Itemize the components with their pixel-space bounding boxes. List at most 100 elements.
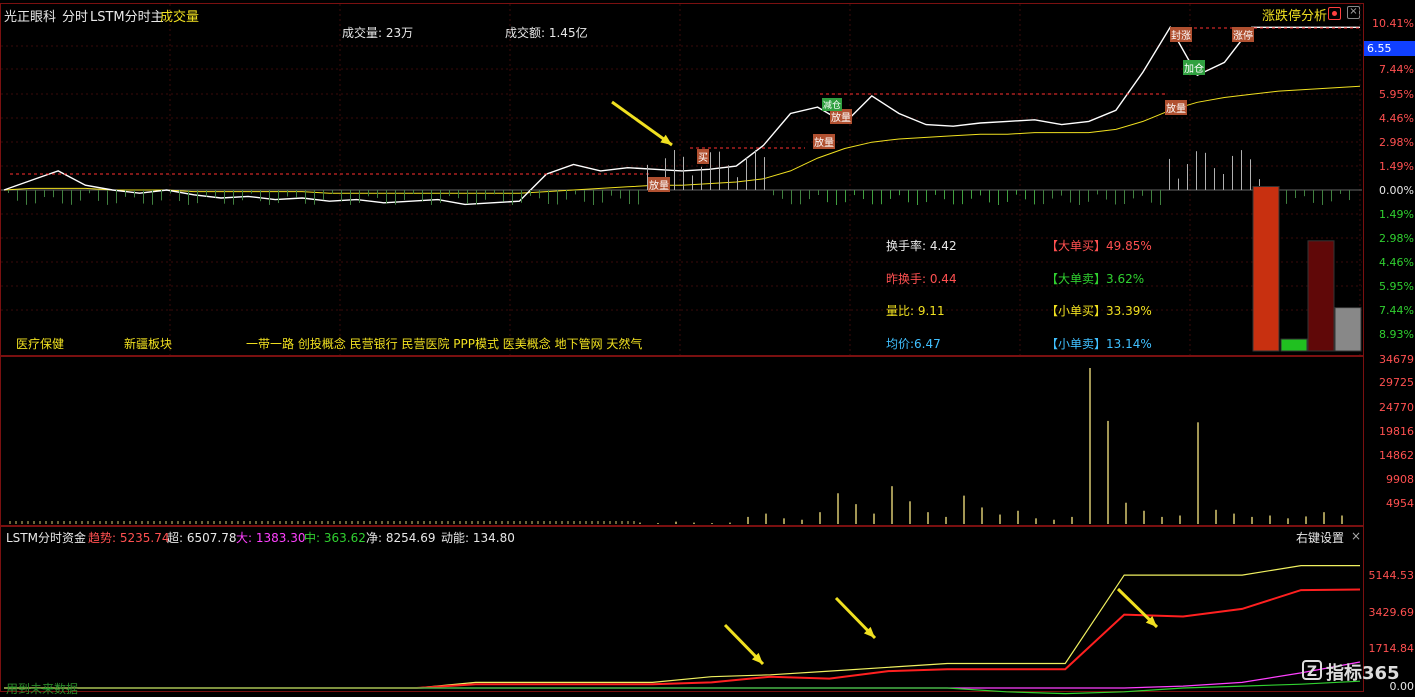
- sector-xinjiang[interactable]: 新疆板块: [124, 335, 172, 352]
- big-value: 大: 1383.30: [236, 531, 306, 545]
- histogram-bar: [836, 190, 837, 205]
- capital-bar: [1252, 185, 1280, 352]
- histogram-bar: [1178, 178, 1179, 190]
- chart-canvas[interactable]: [0, 0, 1415, 696]
- histogram-bar: [413, 190, 414, 195]
- histogram-bar: [593, 190, 594, 205]
- histogram-bar: [530, 190, 531, 196]
- histogram-bar: [170, 190, 171, 194]
- histogram-bar: [224, 190, 225, 204]
- histogram-bar: [773, 190, 774, 196]
- histogram-bar: [1349, 190, 1350, 201]
- histogram-bar: [1133, 190, 1134, 199]
- histogram-bar: [1106, 190, 1107, 200]
- capital-bar: [1334, 307, 1362, 352]
- marker-volume-1: 放量: [648, 177, 670, 192]
- small-sell-pct: 【小单卖】13.14%: [1046, 337, 1152, 351]
- volume-axis-label: 24770: [1379, 401, 1414, 414]
- histogram-bar: [287, 190, 288, 197]
- histogram-bar: [809, 190, 810, 200]
- volume-axis-label: 9908: [1386, 473, 1414, 486]
- histogram-bar: [764, 157, 765, 190]
- histogram-bar: [557, 190, 558, 205]
- histogram-bar: [1043, 190, 1044, 205]
- marker-reduce: 减仓: [822, 98, 843, 111]
- annotation-arrow: [611, 100, 673, 147]
- histogram-bar: [854, 190, 855, 196]
- future-data-note: 用到未来数据: [6, 682, 79, 696]
- histogram-bar: [314, 190, 315, 205]
- histogram-bar: [1205, 152, 1206, 190]
- momentum-value: 动能: 134.80: [441, 531, 515, 545]
- histogram-bar: [755, 150, 756, 190]
- turnover-rate: 换手率: 4.42: [886, 239, 957, 253]
- histogram-bar: [242, 190, 243, 201]
- histogram-bar: [215, 190, 216, 198]
- histogram-bar: [746, 157, 747, 190]
- histogram-bar: [620, 190, 621, 199]
- histogram-bar: [1097, 190, 1098, 195]
- histogram-bar: [359, 190, 360, 203]
- histogram-bar: [494, 190, 495, 195]
- histogram-bar: [485, 190, 486, 200]
- histogram-bar: [692, 175, 693, 190]
- settings-button[interactable]: 右键设置: [1296, 529, 1344, 546]
- big-sell-pct: 【大单卖】3.62%: [1046, 272, 1145, 286]
- histogram-bar: [188, 190, 189, 205]
- histogram-bar: [431, 190, 432, 205]
- histogram-bar: [134, 190, 135, 198]
- histogram-bar: [53, 190, 54, 198]
- histogram-bar: [1187, 164, 1188, 190]
- sector-medical[interactable]: 医疗保健: [16, 335, 64, 352]
- histogram-bar: [503, 190, 504, 202]
- watermark-text: 指标365: [1326, 663, 1400, 684]
- volume-axis-label: 34679: [1379, 353, 1414, 366]
- capital-axis-label: 3429.69: [1368, 606, 1415, 619]
- histogram-bar: [917, 190, 918, 205]
- histogram-bar: [1250, 159, 1251, 190]
- capital-close-icon[interactable]: ×: [1351, 529, 1361, 543]
- histogram-bar: [1223, 174, 1224, 190]
- histogram-bar: [1124, 190, 1125, 205]
- histogram-bar: [35, 190, 36, 204]
- histogram-bar: [233, 190, 234, 205]
- sector-concepts[interactable]: 一带一路 创投概念 民营银行 民营医院 PPP模式 医美概念 地下管网 天然气: [246, 335, 642, 352]
- histogram-bar: [566, 190, 567, 200]
- histogram-bar: [899, 190, 900, 196]
- histogram-bar: [368, 190, 369, 197]
- histogram-bar: [206, 190, 207, 197]
- histogram-bar: [962, 190, 963, 205]
- histogram-bar: [1088, 190, 1089, 202]
- histogram-bar: [179, 190, 180, 202]
- histogram-bar: [476, 190, 477, 205]
- histogram-bar: [458, 190, 459, 199]
- histogram-bar: [350, 190, 351, 205]
- histogram-bar: [1061, 190, 1062, 196]
- marker-volume-2: 放量: [813, 134, 835, 149]
- avg-price-line: [3, 85, 1361, 194]
- histogram-bar: [125, 190, 126, 197]
- histogram-bar: [575, 190, 576, 195]
- volume-axis-label: 29725: [1379, 376, 1414, 389]
- trend-value: 趋势: 5235.74: [88, 531, 170, 545]
- histogram-bar: [440, 190, 441, 203]
- histogram-bar: [1016, 190, 1017, 195]
- histogram-bar: [1295, 190, 1296, 199]
- histogram-bar: [944, 190, 945, 200]
- super-value: 超: 6507.78: [167, 531, 237, 545]
- histogram-bar: [1115, 190, 1116, 205]
- histogram-bar: [197, 190, 198, 204]
- histogram-bar: [539, 190, 540, 199]
- watermark-logo: Z: [1302, 660, 1322, 680]
- histogram-bar: [98, 190, 99, 201]
- histogram-bar: [980, 190, 981, 196]
- histogram-bar: [845, 190, 846, 203]
- histogram-bar: [737, 177, 738, 190]
- histogram-bar: [1196, 151, 1197, 190]
- histogram-bar: [638, 190, 639, 205]
- histogram-bar: [449, 190, 450, 197]
- histogram-bar: [800, 190, 801, 205]
- histogram-bar: [260, 190, 261, 202]
- histogram-bar: [881, 190, 882, 205]
- histogram-bar: [1034, 190, 1035, 205]
